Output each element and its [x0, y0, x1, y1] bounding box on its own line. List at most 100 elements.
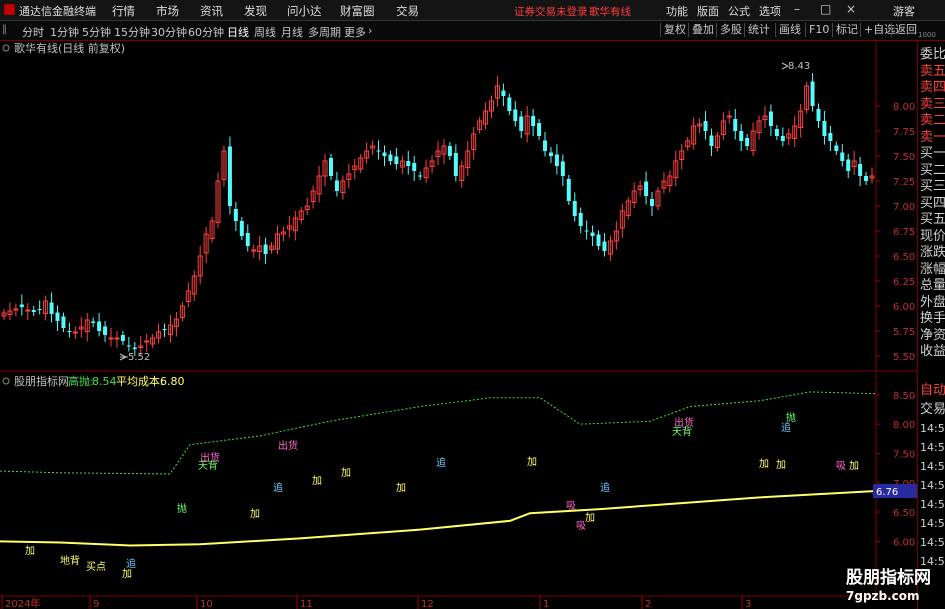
sidebar-toggle-icon[interactable]: ‖ [2, 24, 7, 35]
title-stock-name: 歌华有线 [589, 6, 631, 18]
candle-body [566, 179, 571, 201]
fuquan-button[interactable]: 复权 [660, 23, 689, 37]
menu-xuanxiang[interactable]: 选项 [759, 3, 781, 19]
signal-zhui-3: 追 [436, 456, 446, 469]
panel-item-5: 卖一 [920, 129, 945, 145]
menu-jiaoyi[interactable]: 交易 [396, 3, 419, 19]
stats-button[interactable]: 统计 [744, 23, 773, 37]
signal-maidian: 买点 [86, 561, 106, 573]
menu-gongneng[interactable]: 功能 [666, 3, 688, 19]
main-ytick-label: 7.50 [893, 152, 915, 163]
candle-body [61, 316, 66, 328]
tab-daily[interactable]: 日线 [227, 24, 249, 40]
main-y-axis: 8.00 7.75 7.50 7.25 7.00 6.75 6.50 6.25 6.00 5.75… [876, 102, 915, 363]
guest-label[interactable]: 游客 [893, 3, 915, 19]
chart-area[interactable]: 8.00 7.75 7.50 7.25 7.00 6.75 6.50 6.25 6.00 5.75… [0, 41, 917, 609]
candle-body [453, 153, 458, 176]
close-icon[interactable]: × [846, 2, 856, 16]
candle-body [108, 337, 114, 340]
candle-body [560, 161, 565, 176]
panel-item-10: 买五 [920, 212, 945, 227]
signal-xi-3: 吸 [836, 461, 846, 472]
candle-body [91, 321, 96, 323]
tab-1min[interactable]: 1分钟 [50, 24, 79, 40]
signal-jia-9: 加 [759, 458, 769, 470]
menu-wenxiaoda[interactable]: 问小达 [287, 3, 322, 19]
tab-fenshi[interactable]: 分时 [22, 24, 44, 40]
menu-banmian[interactable]: 版面 [697, 3, 719, 19]
tab-30min[interactable]: 30分钟 [151, 24, 187, 40]
panel-item-9: 买四 [920, 195, 945, 211]
chevron-right-icon[interactable]: › [368, 24, 372, 37]
maximize-icon[interactable]: □ [820, 2, 831, 16]
candle-body [846, 159, 851, 171]
menu-shichang[interactable]: 市场 [156, 3, 179, 19]
tab-5min[interactable]: 5分钟 [82, 24, 111, 40]
multi-stock-button[interactable]: 多股 [716, 23, 745, 37]
xtick-label: 2 [645, 599, 651, 609]
main-ytick-label: 8.00 [893, 102, 915, 113]
main-ytick-label: 6.75 [893, 227, 915, 238]
candle-body [840, 152, 845, 161]
candle-body [406, 161, 411, 166]
ind-ytick-label: 8.00 [893, 420, 915, 431]
tab-weekly[interactable]: 周线 [254, 24, 276, 40]
main-ytick-label: 7.25 [893, 177, 915, 188]
draw-line-button[interactable]: 画线 [775, 23, 804, 37]
main-ytick-label: 5.75 [893, 327, 915, 338]
candle-body [162, 329, 167, 330]
tab-monthly[interactable]: 月线 [281, 24, 303, 40]
candle-body [394, 156, 399, 164]
signal-xi-2: 吸 [576, 521, 586, 532]
signal-jia-3: 加 [250, 508, 260, 520]
app-logo-icon [4, 4, 15, 15]
menu-faxian[interactable]: 发现 [244, 3, 267, 19]
minimize-icon[interactable]: – [794, 2, 800, 16]
candle-body [13, 308, 19, 311]
main-ytick-label: 5.50 [893, 352, 915, 363]
watermark-title: 股朋指标网 [846, 568, 931, 588]
xtick-label: 9 [93, 599, 99, 609]
overlay-button[interactable]: 叠加 [688, 23, 717, 37]
mark-button[interactable]: 标记 [832, 23, 861, 37]
signal-xi-1: 吸 [566, 501, 576, 512]
avg-cost-value: 6.80 [160, 375, 185, 388]
candle-body [834, 145, 839, 151]
indicator-settings-icon[interactable] [2, 377, 10, 385]
menu-hangqing[interactable]: 行情 [112, 3, 135, 19]
tab-multi-period[interactable]: 多周期 [308, 24, 341, 40]
login-warning[interactable]: 证券交易未登录 [514, 4, 588, 19]
back-button[interactable]: 返回 [891, 23, 920, 37]
candle-body [388, 154, 393, 161]
panel-trade-item-7: 14:56 [920, 517, 945, 530]
xtick-label: 10 [200, 599, 213, 609]
ind-ytick-label: 6.50 [893, 508, 915, 519]
candle-body [447, 146, 452, 156]
candle-body [531, 116, 536, 126]
candle-body [144, 340, 150, 343]
menu-gongshi[interactable]: 公式 [728, 3, 750, 19]
menu-caifuquan[interactable]: 财富圈 [340, 3, 375, 19]
candle-body [548, 152, 553, 156]
tab-60min[interactable]: 60分钟 [188, 24, 224, 40]
candle-body [334, 180, 339, 191]
signal-markers: 加 加 加 加 加 加 加 加 加 加 加 追 追 追 追 追 抛 抛 出货 出… [25, 411, 859, 580]
signal-jia-1: 加 [25, 545, 35, 557]
candle-body [126, 345, 131, 347]
panel-trade-item-0[interactable]: 自动 [920, 383, 945, 398]
panel-trade-item-2: 14:56 [920, 422, 945, 435]
panel-item-3: 卖三 [920, 96, 945, 112]
signal-pao-2: 抛 [786, 411, 796, 424]
candle-body [245, 233, 250, 246]
menu-zixun[interactable]: 资讯 [200, 3, 223, 19]
f10-button[interactable]: F10 [805, 23, 832, 37]
tab-15min[interactable]: 15分钟 [114, 24, 150, 40]
chart-settings-icon[interactable] [2, 44, 10, 52]
candle-body [768, 111, 773, 126]
candle-body [572, 201, 577, 216]
quote-side-panel: 1000 委比 卖五 卖四 卖三 卖二 卖一 买一 买二 买三 买四 买五 现价 涨跌 涨幅 总量 外盘 换手净… [917, 31, 945, 609]
candle-body [733, 119, 738, 131]
candle-body [519, 116, 524, 131]
tab-more[interactable]: 更多 [344, 24, 366, 40]
candle-body [132, 347, 137, 349]
